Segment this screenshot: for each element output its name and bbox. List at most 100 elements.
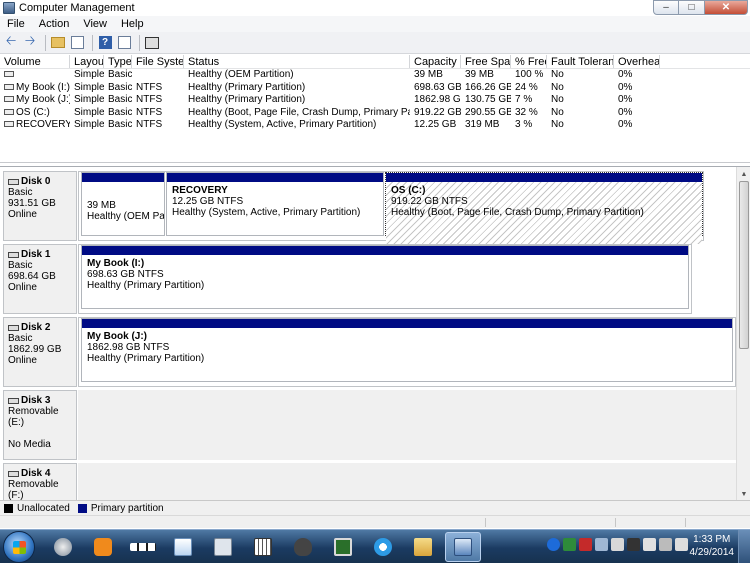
removable-disk-icon	[8, 470, 19, 477]
disk-row-4: Disk 4 Removable (F:)	[0, 463, 736, 500]
up-folder-icon[interactable]	[50, 35, 66, 51]
status-divider	[615, 518, 616, 527]
cell-type: Basic	[108, 94, 132, 105]
network-icon[interactable]	[595, 538, 608, 551]
title-bar: Computer Management – □ ✕	[0, 0, 750, 16]
col-overhead[interactable]: Overhead	[614, 55, 660, 68]
scroll-up-icon[interactable]: ▲	[737, 167, 750, 181]
clock[interactable]: 1:33 PM 4/29/2014	[690, 533, 735, 559]
col-fault-tolerance[interactable]: Fault Tolerance	[547, 55, 614, 68]
minimize-button[interactable]: –	[653, 0, 679, 15]
partition-my-book-i[interactable]: My Book (I:) 698.63 GB NTFS Healthy (Pri…	[81, 245, 689, 309]
vertical-scrollbar[interactable]: ▲ ▼	[736, 167, 750, 500]
partition-recovery[interactable]: RECOVERY 12.25 GB NTFS Healthy (System, …	[166, 172, 384, 236]
partition-body: RECOVERY 12.25 GB NTFS Healthy (System, …	[167, 182, 383, 221]
file-explorer-icon[interactable]	[405, 532, 441, 562]
cell-overhead: 0%	[618, 69, 633, 80]
cell-layout: Simple	[74, 119, 104, 130]
cell-overhead: 0%	[618, 94, 633, 105]
close-button[interactable]: ✕	[705, 0, 748, 15]
menu-bar: File Action View Help	[0, 16, 750, 32]
disk-info[interactable]: Disk 0 Basic 931.51 GB Online	[3, 171, 77, 241]
disk-label: Disk 2	[8, 322, 72, 333]
disk-size: 931.51 GB	[8, 198, 56, 209]
disk-icon[interactable]	[144, 35, 160, 51]
cell-free: 319 MB	[465, 119, 500, 130]
cell-status: Healthy (OEM Partition)	[188, 69, 294, 80]
computer-management-icon[interactable]	[445, 531, 481, 562]
shield-icon[interactable]	[579, 538, 592, 551]
toolbar-separator	[139, 34, 140, 51]
table-row[interactable]: My Book (J:) Simple Basic NTFS Healthy (…	[0, 94, 750, 107]
col-capacity[interactable]: Capacity	[410, 55, 461, 68]
usb-icon[interactable]	[611, 538, 624, 551]
cell-capacity: 919.22 GB	[414, 106, 461, 118]
cell-fs: NTFS	[136, 106, 163, 118]
partition-my-book-j[interactable]: My Book (J:) 1862.98 GB NTFS Healthy (Pr…	[81, 318, 733, 382]
back-icon[interactable]: 🡠	[3, 33, 19, 51]
show-desktop-button[interactable]	[738, 530, 750, 563]
col-percent-free[interactable]: % Free	[511, 55, 547, 68]
window-title: Computer Management	[19, 2, 135, 14]
menu-view[interactable]: View	[76, 18, 114, 30]
wordpad-icon[interactable]	[165, 532, 201, 562]
partition-size: 1862.98 GB NTFS	[87, 342, 170, 353]
disk-info[interactable]: Disk 4 Removable (F:)	[3, 463, 77, 500]
table-row[interactable]: RECOVERY Simple Basic NTFS Healthy (Syst…	[0, 119, 750, 132]
partition-size: 39 MB	[87, 200, 116, 211]
disk-info[interactable]: Disk 2 Basic 1862.99 GB Online	[3, 317, 77, 387]
partition-name: RECOVERY	[172, 185, 228, 196]
bluetooth-icon[interactable]	[547, 538, 560, 551]
table-row[interactable]: Simple Basic Healthy (OEM Partition) 39 …	[0, 69, 750, 82]
col-free-space[interactable]: Free Space	[461, 55, 511, 68]
calculator-icon[interactable]	[205, 532, 241, 562]
maximize-button[interactable]: □	[679, 0, 705, 15]
partition-color-bar	[386, 173, 702, 182]
cell-type: Basic	[108, 106, 132, 118]
volume-icon[interactable]	[675, 538, 688, 551]
internet-explorer-icon[interactable]	[365, 532, 401, 562]
partition-os-c[interactable]: OS (C:) 919.22 GB NTFS Healthy (Boot, Pa…	[385, 172, 703, 244]
show-hide-icon[interactable]	[116, 35, 132, 51]
help-icon[interactable]: ?	[97, 35, 113, 51]
keyboard-icon[interactable]	[245, 532, 281, 562]
partition-oem[interactable]: 39 MB Healthy (OEM Parti	[81, 172, 165, 236]
col-file-system[interactable]: File System	[132, 55, 184, 68]
volume-name: OS (C:)	[16, 106, 50, 118]
col-type[interactable]: Type	[104, 55, 132, 68]
col-layout[interactable]: Layout	[70, 55, 104, 68]
forward-icon[interactable]: 🡢	[22, 33, 38, 51]
media-player-icon[interactable]	[85, 532, 121, 562]
partition-status: Healthy (Primary Partition)	[87, 280, 205, 291]
col-status[interactable]: Status	[184, 55, 410, 68]
snipping-tool-icon[interactable]	[45, 532, 81, 562]
update-icon[interactable]	[563, 538, 576, 551]
disk-size: 698.64 GB	[8, 271, 56, 282]
col-volume[interactable]: Volume	[0, 55, 70, 68]
scroll-thumb[interactable]	[739, 181, 749, 349]
table-row[interactable]: My Book (I:) Simple Basic NTFS Healthy (…	[0, 82, 750, 95]
properties-icon[interactable]	[69, 35, 85, 51]
legend: Unallocated Primary partition	[0, 500, 750, 515]
status-bar	[0, 515, 750, 528]
screen-icon[interactable]	[325, 532, 361, 562]
start-button[interactable]	[3, 530, 35, 563]
bbc-icon[interactable]	[125, 532, 161, 562]
partition-body: My Book (J:) 1862.98 GB NTFS Healthy (Pr…	[82, 328, 732, 367]
legend-unallocated: Unallocated	[17, 502, 70, 514]
mouse-icon[interactable]	[285, 532, 321, 562]
menu-help[interactable]: Help	[114, 18, 151, 30]
menu-action[interactable]: Action	[32, 18, 77, 30]
wifi-icon[interactable]	[659, 538, 672, 551]
menu-file[interactable]: File	[0, 18, 32, 30]
disk-state: No Media	[8, 439, 51, 450]
status-divider	[685, 518, 686, 527]
scroll-down-icon[interactable]: ▼	[737, 487, 750, 500]
disk-info[interactable]: Disk 1 Basic 698.64 GB Online	[3, 244, 77, 314]
power-icon[interactable]	[643, 538, 656, 551]
cell-status: Healthy (Primary Partition)	[188, 94, 306, 105]
windows-logo-icon	[13, 540, 26, 554]
app-tray-icon[interactable]	[627, 538, 640, 551]
disk-info[interactable]: Disk 3 Removable (E:) No Media	[3, 390, 77, 460]
table-row[interactable]: OS (C:) Simple Basic NTFS Healthy (Boot,…	[0, 107, 750, 120]
